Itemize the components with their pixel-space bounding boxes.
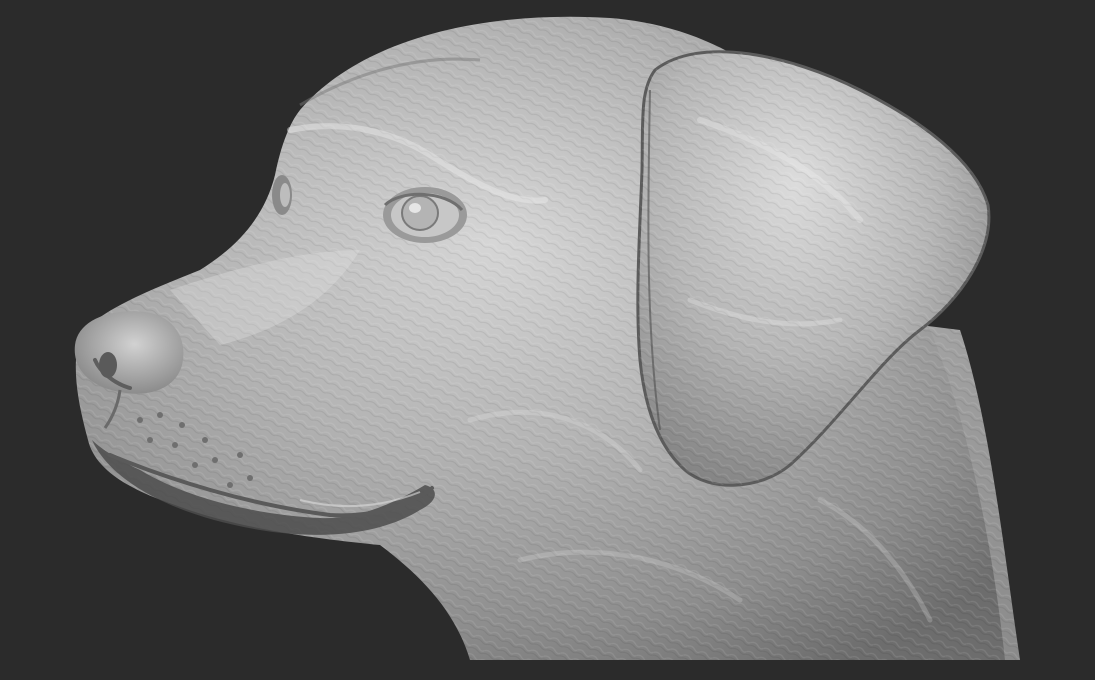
eye: [383, 187, 467, 243]
viewport: [0, 0, 1095, 680]
dog-bust-render: [74, 16, 1020, 661]
